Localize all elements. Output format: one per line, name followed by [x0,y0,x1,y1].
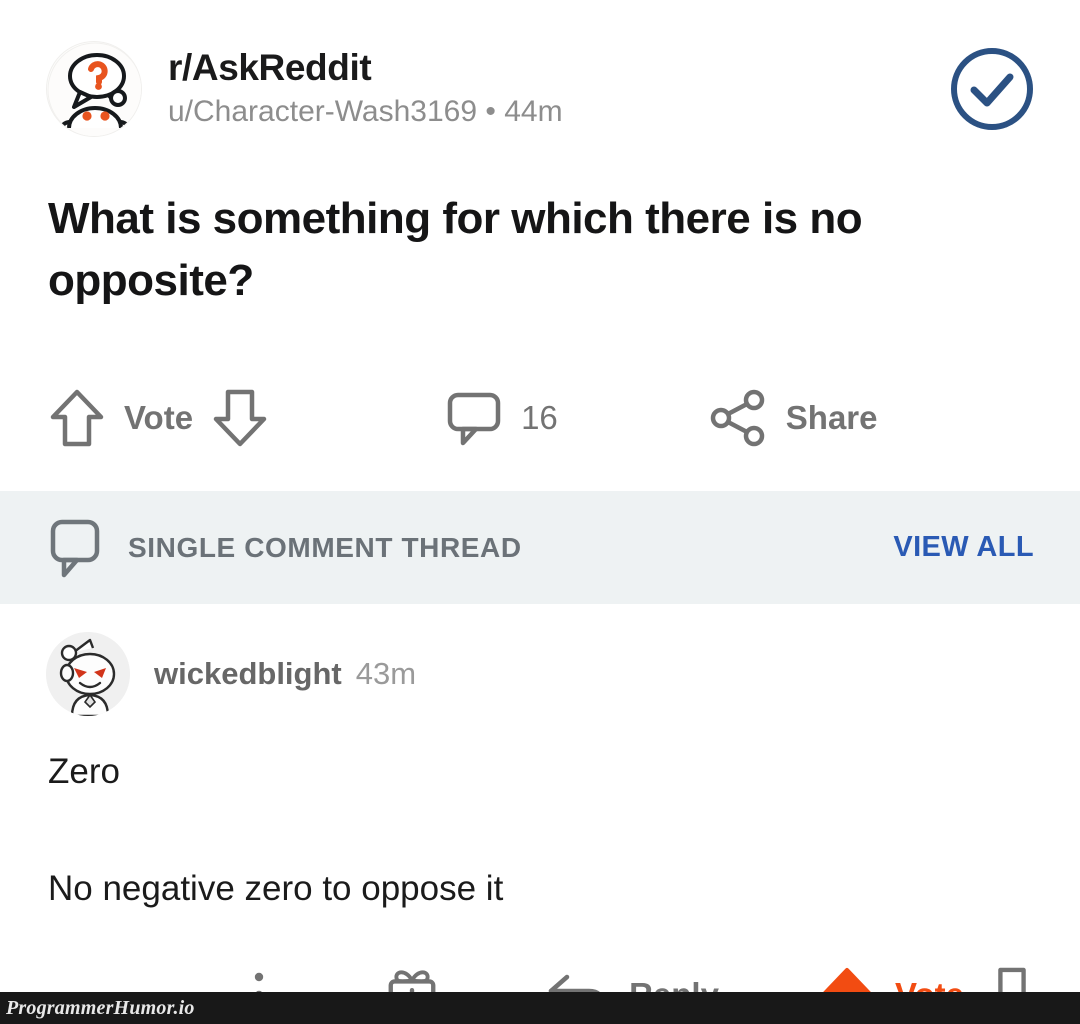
share-icon [708,389,768,447]
post-header-text: r/AskReddit u/Character-Wash3169 • 44m [168,48,948,129]
view-all-link[interactable]: VIEW ALL [893,531,1034,564]
watermark-bar: ProgrammerHumor.io [0,992,1080,1024]
comment-bubble-icon [445,389,503,447]
downvote-arrow-icon[interactable] [211,387,269,449]
post-comments-group[interactable]: 16 [445,389,558,447]
post-byline: u/Character-Wash3169 • 44m [168,95,563,129]
award-gift-icon [1076,389,1080,447]
watermark-text: ProgrammerHumor.io [6,996,195,1019]
post-comment-count: 16 [521,399,558,437]
post-vote-label[interactable]: Vote [124,399,193,437]
comment-paragraph: Zero [48,752,120,792]
post-award-group[interactable] [1076,389,1080,447]
joined-check-button[interactable] [948,45,1036,133]
comment-timestamp: 43m [355,656,417,692]
thread-banner-label: SINGLE COMMENT THREAD [128,531,522,563]
post-title[interactable]: What is something for which there is no … [0,150,1080,311]
thread-comment-icon [48,517,104,579]
post-share-group[interactable]: Share [708,389,896,447]
post-action-bar: Vote 16 Share [0,363,1080,473]
single-comment-thread-banner: SINGLE COMMENT THREAD VIEW ALL [0,491,1080,605]
reddit-post-screenshot: r/AskReddit u/Character-Wash3169 • 44m W… [0,0,1080,1024]
subreddit-avatar-askreddit-icon[interactable] [46,41,142,137]
comment-body: Zero No negative zero to oppose it [0,748,1080,913]
upvote-arrow-icon[interactable] [48,387,106,449]
subreddit-name[interactable]: r/AskReddit [168,48,948,89]
post-share-label: Share [785,399,878,437]
post-vote-group: Vote [48,387,269,449]
comment-author[interactable]: wickedblight [154,656,342,692]
comment-avatar-icon[interactable] [46,632,130,717]
post-header: r/AskReddit u/Character-Wash3169 • 44m [0,0,1080,150]
comment-header: wickedblight 43m [0,604,1080,717]
comment-paragraph: No negative zero to oppose it [48,869,504,909]
